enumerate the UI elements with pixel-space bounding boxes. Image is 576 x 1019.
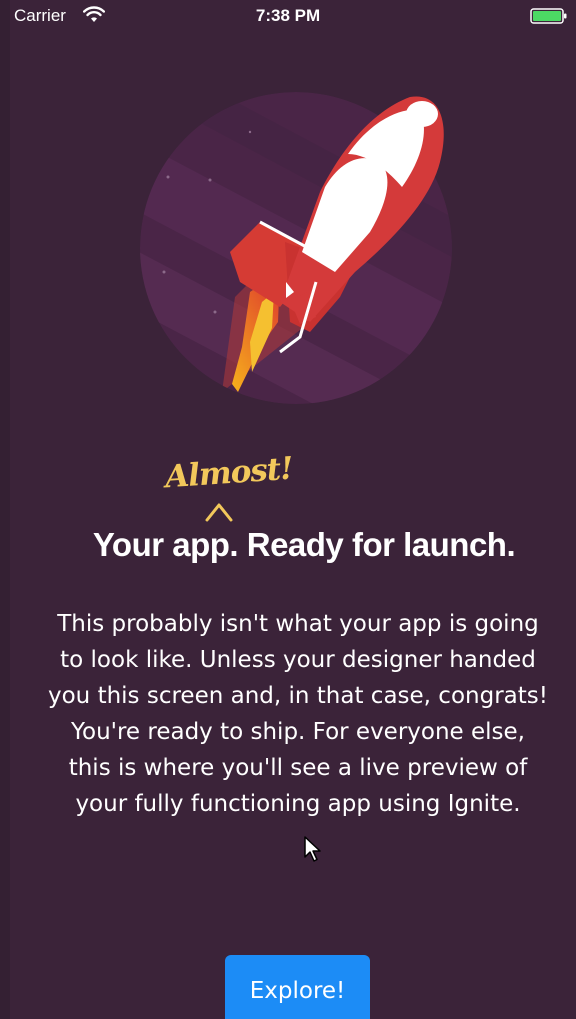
battery-icon — [530, 8, 567, 24]
mouse-cursor-icon — [304, 836, 321, 862]
almost-annotation: Almost! — [163, 450, 294, 496]
page-title: Your app. Ready for launch. — [92, 526, 516, 563]
rocket-illustration — [140, 92, 452, 404]
description-text: This probably isn't what your app is goi… — [48, 611, 548, 817]
status-bar: Carrier 7:38 PM — [0, 0, 576, 32]
launch-screen: Carrier 7:38 PM Almost! Your app. Ready … — [0, 0, 576, 1019]
status-time: 7:38 PM — [255, 6, 321, 25]
explore-button[interactable]: Explore! — [225, 955, 370, 1019]
screen-edge — [0, 0, 10, 1019]
caret-icon — [205, 503, 233, 522]
